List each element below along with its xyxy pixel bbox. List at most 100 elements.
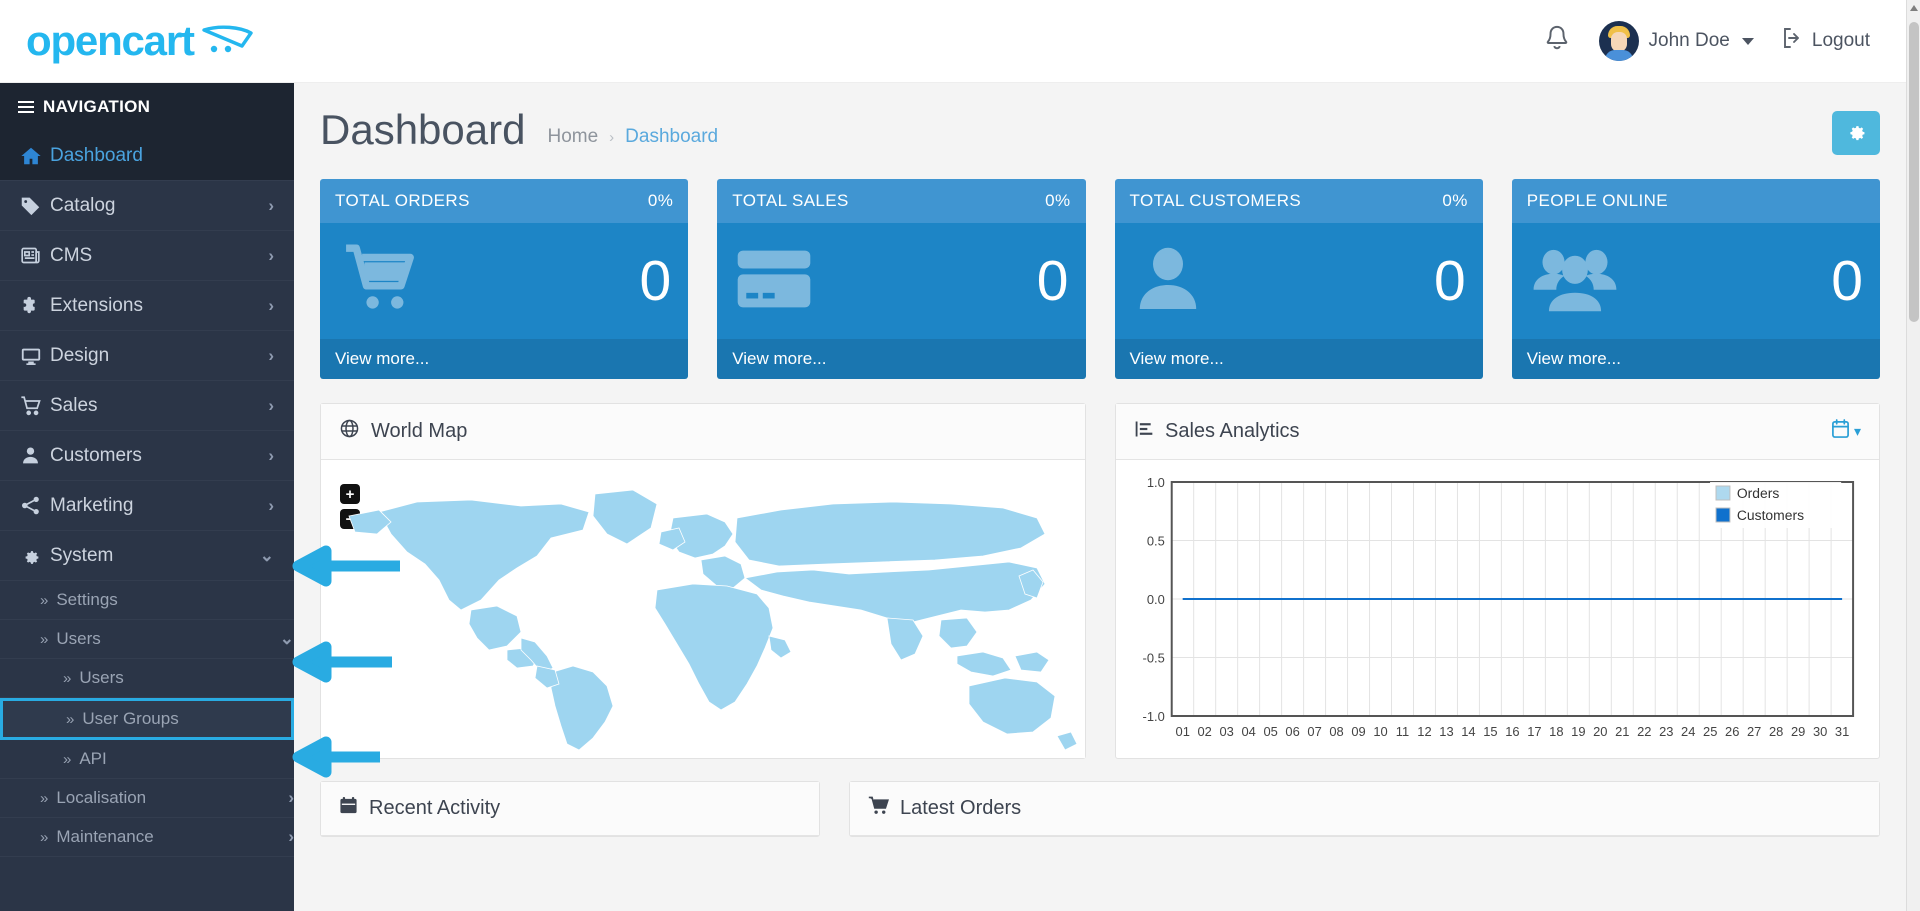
world-map-canvas[interactable]: + −	[321, 460, 1085, 758]
page-header: Dashboard Home › Dashboard	[294, 83, 1906, 155]
svg-text:02: 02	[1198, 724, 1212, 739]
svg-text:1.0: 1.0	[1147, 475, 1165, 490]
sidebar-subitem-maintenance[interactable]: »Maintenance›	[0, 818, 294, 857]
sidebar-subitem-localisation[interactable]: »Localisation›	[0, 779, 294, 818]
latest-orders-title: Latest Orders	[900, 797, 1021, 820]
user-icon	[20, 445, 50, 466]
sidebar-item-label: Extensions	[50, 295, 268, 317]
scrollbar-thumb[interactable]	[1909, 22, 1919, 322]
page-title: Dashboard	[320, 106, 525, 154]
cart-icon	[20, 395, 50, 417]
logout-icon	[1780, 26, 1804, 56]
sidebar-navigation: NAVIGATION DashboardCatalog›CMS›Extensio…	[0, 83, 294, 911]
annotation-arrow-system	[292, 545, 402, 587]
globe-icon	[339, 418, 360, 445]
stat-card-title: TOTAL CUSTOMERS	[1130, 191, 1302, 211]
sidebar-item-catalog[interactable]: Catalog›	[0, 181, 294, 231]
sidebar-item-cms[interactable]: CMS›	[0, 231, 294, 281]
user-account-menu[interactable]: John Doe	[1587, 15, 1766, 67]
dashboard-settings-button[interactable]	[1832, 111, 1880, 155]
world-map-panel: World Map + −	[320, 403, 1086, 759]
svg-text:07: 07	[1307, 724, 1321, 739]
svg-text:03: 03	[1219, 724, 1233, 739]
users-group-icon	[1529, 242, 1621, 321]
credit-card-icon	[734, 246, 814, 317]
sidebar-item-design[interactable]: Design›	[0, 331, 294, 381]
stat-card-percent: 0%	[1045, 191, 1070, 211]
calendar-icon	[339, 796, 358, 821]
sidebar-subitem-label: Users	[79, 668, 294, 688]
svg-text:22: 22	[1637, 724, 1651, 739]
sidebar-item-label: Marketing	[50, 495, 268, 517]
stat-card-header: TOTAL SALES0%	[717, 179, 1085, 223]
sidebar-subitem-settings[interactable]: »Settings	[0, 581, 294, 620]
stat-card-view-more-link[interactable]: View more...	[1115, 339, 1483, 379]
stat-card-view-more-link[interactable]: View more...	[717, 339, 1085, 379]
sales-analytics-chart[interactable]: 1.00.50.0-0.5-1.001020304050607080910111…	[1116, 460, 1879, 758]
stat-cards-row: TOTAL ORDERS0%0View more...TOTAL SALES0%…	[294, 155, 1906, 379]
stat-card-body: 0	[1512, 223, 1880, 339]
sidebar-item-customers[interactable]: Customers›	[0, 431, 294, 481]
bar-chart-icon	[1134, 419, 1154, 445]
world-map-panel-header: World Map	[321, 404, 1085, 460]
chevron-right-icon: ›	[268, 196, 274, 216]
svg-text:27: 27	[1747, 724, 1761, 739]
svg-text:18: 18	[1549, 724, 1563, 739]
stat-card-view-more-link[interactable]: View more...	[320, 339, 688, 379]
sidebar-subitem-user-groups[interactable]: »User Groups	[0, 698, 294, 740]
double-chevron-right-icon: »	[40, 790, 45, 807]
svg-text:09: 09	[1351, 724, 1365, 739]
svg-text:-1.0: -1.0	[1143, 709, 1165, 724]
sales-analytics-range-dropdown[interactable]: ▾	[1831, 418, 1861, 445]
sidebar-subitem-label: Maintenance	[56, 827, 288, 847]
stat-card-total-sales[interactable]: TOTAL SALES0%0View more...	[717, 179, 1085, 379]
opencart-logo[interactable]: opencart	[26, 20, 254, 62]
svg-text:-0.5: -0.5	[1143, 650, 1165, 665]
sales-analytics-panel-header: Sales Analytics ▾	[1116, 404, 1879, 460]
breadcrumb-current[interactable]: Dashboard	[625, 126, 718, 148]
navigation-header[interactable]: NAVIGATION	[0, 83, 294, 131]
double-chevron-right-icon: »	[40, 592, 45, 609]
svg-text:31: 31	[1835, 724, 1849, 739]
svg-text:24: 24	[1681, 724, 1695, 739]
sidebar-item-system[interactable]: System⌄	[0, 531, 294, 581]
annotation-arrow-users	[292, 641, 396, 683]
stat-card-title: PEOPLE ONLINE	[1527, 191, 1668, 211]
svg-text:23: 23	[1659, 724, 1673, 739]
sidebar-subitem-api[interactable]: »API	[0, 740, 294, 779]
user-name-label: John Doe	[1649, 30, 1730, 52]
sidebar-item-extensions[interactable]: Extensions›	[0, 281, 294, 331]
stat-card-body: 0	[717, 223, 1085, 339]
chevron-right-icon: ›	[268, 446, 274, 466]
sidebar-item-marketing[interactable]: Marketing›	[0, 481, 294, 531]
gear-icon	[20, 545, 50, 566]
stat-card-total-customers[interactable]: TOTAL CUSTOMERS0%0View more...	[1115, 179, 1483, 379]
stat-card-people-online[interactable]: PEOPLE ONLINE 0View more...	[1512, 179, 1880, 379]
page-scrollbar[interactable]	[1906, 0, 1920, 911]
sidebar-subitem-users[interactable]: »Users⌄	[0, 620, 294, 659]
logout-button[interactable]: Logout	[1766, 20, 1884, 62]
double-chevron-right-icon: »	[63, 670, 68, 687]
world-map-title: World Map	[371, 420, 467, 443]
svg-text:26: 26	[1725, 724, 1739, 739]
svg-text:06: 06	[1285, 724, 1299, 739]
top-header-bar: opencart	[0, 0, 1906, 83]
notification-bell-button[interactable]	[1527, 16, 1587, 67]
stat-card-total-orders[interactable]: TOTAL ORDERS0%0View more...	[320, 179, 688, 379]
svg-text:08: 08	[1329, 724, 1343, 739]
scroll-up-arrow-icon[interactable]	[1910, 5, 1918, 11]
stat-card-header: TOTAL CUSTOMERS0%	[1115, 179, 1483, 223]
svg-text:0.0: 0.0	[1147, 592, 1165, 607]
svg-text:Customers: Customers	[1737, 507, 1804, 523]
stat-card-body: 0	[320, 223, 688, 339]
sidebar-item-dashboard[interactable]: Dashboard	[0, 131, 294, 181]
stat-card-view-more-link[interactable]: View more...	[1512, 339, 1880, 379]
sidebar-item-sales[interactable]: Sales›	[0, 381, 294, 431]
calendar-icon	[1831, 418, 1850, 445]
svg-text:05: 05	[1263, 724, 1277, 739]
breadcrumb-home[interactable]: Home	[547, 126, 598, 148]
sales-analytics-title: Sales Analytics	[1165, 420, 1300, 443]
sidebar-item-label: CMS	[50, 245, 268, 267]
sidebar-subitem-users[interactable]: » Users	[0, 659, 294, 698]
svg-text:29: 29	[1791, 724, 1805, 739]
